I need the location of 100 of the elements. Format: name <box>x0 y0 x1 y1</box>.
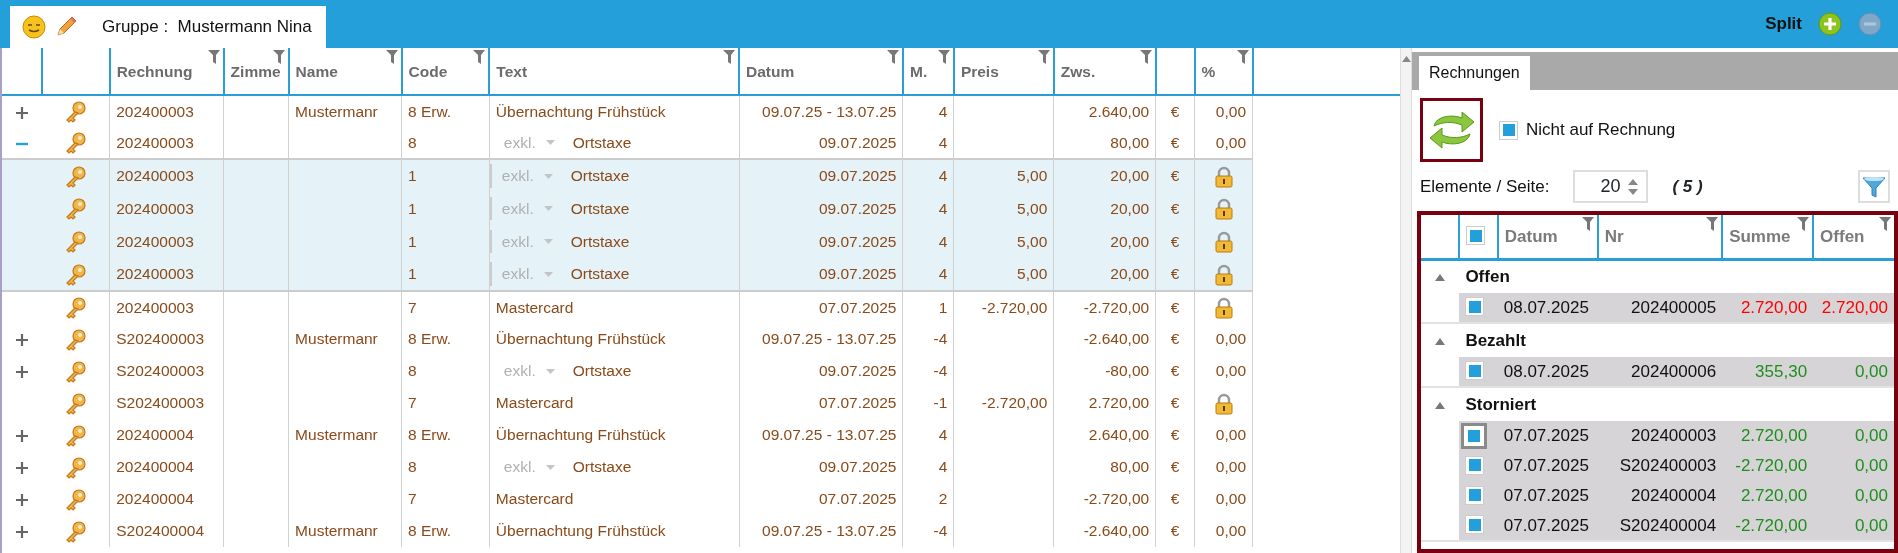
filter-button[interactable] <box>1858 170 1890 203</box>
column-header[interactable]: M. <box>909 63 928 80</box>
table-cell: 80,00 <box>1110 458 1150 476</box>
filter-icon[interactable] <box>207 50 220 64</box>
checkbox[interactable] <box>1465 361 1485 381</box>
filter-icon[interactable] <box>1581 217 1594 231</box>
column-header[interactable]: Nr <box>1604 226 1624 246</box>
expand-icon[interactable] <box>14 525 29 540</box>
filter-icon[interactable] <box>1236 50 1249 64</box>
table-cell: 4 <box>938 133 948 151</box>
table-cell: 202400003 <box>116 232 194 250</box>
scroll-up-icon[interactable] <box>1401 56 1411 62</box>
table-cell: Mustermanr <box>295 102 378 120</box>
add-button[interactable] <box>1818 12 1842 36</box>
filter-icon[interactable] <box>1797 217 1810 231</box>
column-header[interactable]: Zws. <box>1060 63 1096 80</box>
table-cell: 5,00 <box>1017 199 1048 217</box>
table-cell: 4 <box>938 199 948 217</box>
smiley-icon <box>22 15 46 39</box>
table-cell: 355,30 <box>1755 361 1808 381</box>
filter-icon[interactable] <box>473 50 486 64</box>
table-cell: 5,00 <box>1017 167 1048 185</box>
table-cell: 2.720,00 <box>1740 486 1808 506</box>
column-header[interactable]: Datum <box>1504 226 1558 246</box>
table-cell: -4 <box>933 362 948 380</box>
table-cell: 7 <box>408 298 417 316</box>
column-header[interactable]: % <box>1201 63 1216 80</box>
collapse-icon[interactable] <box>1435 274 1446 281</box>
collapse-icon[interactable] <box>1435 401 1446 409</box>
table-cell: 1 <box>408 167 417 185</box>
checkbox[interactable] <box>1465 297 1485 317</box>
table-cell: 202400003 <box>116 199 194 217</box>
table-cell: 0,00 <box>1215 426 1246 444</box>
table-cell: 8 <box>408 458 417 476</box>
page-size-label: Elemente / Seite: <box>1420 175 1550 198</box>
checkbox[interactable] <box>1465 515 1485 535</box>
refresh-button[interactable] <box>1420 98 1483 162</box>
table-cell: 8 <box>408 362 417 380</box>
table-cell: 8 <box>408 133 417 151</box>
table-cell: 1 <box>408 232 417 250</box>
checkbox[interactable] <box>1499 120 1518 140</box>
filter-icon[interactable] <box>1139 50 1152 64</box>
filter-icon[interactable] <box>886 50 899 64</box>
table-cell: € <box>1170 265 1180 283</box>
column-header[interactable]: Rechnung <box>116 63 193 80</box>
filter-icon[interactable] <box>723 50 736 64</box>
column-header[interactable]: Summe <box>1729 226 1791 246</box>
panel-tab[interactable]: Rechnungen <box>1419 56 1530 90</box>
filter-icon[interactable] <box>1879 217 1891 231</box>
table-cell: 09.07.2025 <box>818 199 897 217</box>
select-all-checkbox[interactable] <box>1466 226 1486 245</box>
expand-icon[interactable] <box>14 333 29 348</box>
table-cell-text: Ortstaxe <box>572 361 632 382</box>
table-cell: 8 Erw. <box>408 522 452 540</box>
page-size-spinner[interactable]: 20 <box>1573 170 1649 203</box>
collapse-icon[interactable] <box>1435 337 1446 345</box>
table-cell: 0,00 <box>1215 362 1246 380</box>
filter-icon[interactable] <box>937 50 950 64</box>
expand-icon[interactable] <box>14 461 29 476</box>
group-header: Bezahlt <box>1465 330 1526 350</box>
table-cell: € <box>1170 330 1180 348</box>
table-cell: 202400003 <box>116 298 194 316</box>
item-count: ( 5 ) <box>1672 175 1703 198</box>
column-header[interactable]: Code <box>408 63 448 80</box>
filter-icon[interactable] <box>272 50 285 64</box>
column-header[interactable]: Preis <box>960 63 999 80</box>
table-cell: 8 Erw. <box>408 330 452 348</box>
expand-icon[interactable] <box>14 429 29 444</box>
group-header: Offen <box>1465 267 1510 286</box>
key-icon <box>64 328 87 351</box>
table-cell: -2.720,00 <box>1083 298 1150 316</box>
table-cell: 8 Erw. <box>408 102 452 120</box>
table-cell: € <box>1170 458 1180 476</box>
key-icon <box>64 520 87 543</box>
scrollbar[interactable] <box>1400 48 1412 553</box>
column-header[interactable]: Zimme <box>230 63 281 80</box>
column-header[interactable]: Datum <box>746 63 795 80</box>
table-cell: 09.07.25 - 13.07.25 <box>762 426 897 444</box>
table-cell-text: Ortstaxe <box>570 198 630 219</box>
checkbox[interactable] <box>1465 455 1485 475</box>
table-cell: 0,00 <box>1215 133 1246 151</box>
filter-icon[interactable] <box>385 50 398 64</box>
column-header[interactable]: Name <box>295 63 338 80</box>
expand-icon[interactable] <box>14 105 29 120</box>
table-cell: € <box>1170 426 1180 444</box>
checkbox[interactable] <box>1461 422 1488 449</box>
checkbox[interactable] <box>1465 485 1485 505</box>
column-header[interactable]: Offen <box>1820 226 1865 246</box>
filter-icon[interactable] <box>1706 217 1719 231</box>
table-cell: 4 <box>938 458 948 476</box>
filter-icon[interactable] <box>1037 50 1050 64</box>
table-cell: 5,00 <box>1017 232 1048 250</box>
column-header[interactable]: Text <box>496 63 528 80</box>
expand-icon[interactable] <box>14 365 29 380</box>
table-cell: -2.720,00 <box>1735 456 1808 476</box>
table-cell-text: Ortstaxe <box>570 264 630 285</box>
expand-icon[interactable] <box>14 493 29 508</box>
caret-icon <box>543 173 553 179</box>
table-cell: 07.07.2025 <box>1503 456 1589 476</box>
group-tab[interactable]: Gruppe : Mustermann Nina <box>10 6 326 48</box>
